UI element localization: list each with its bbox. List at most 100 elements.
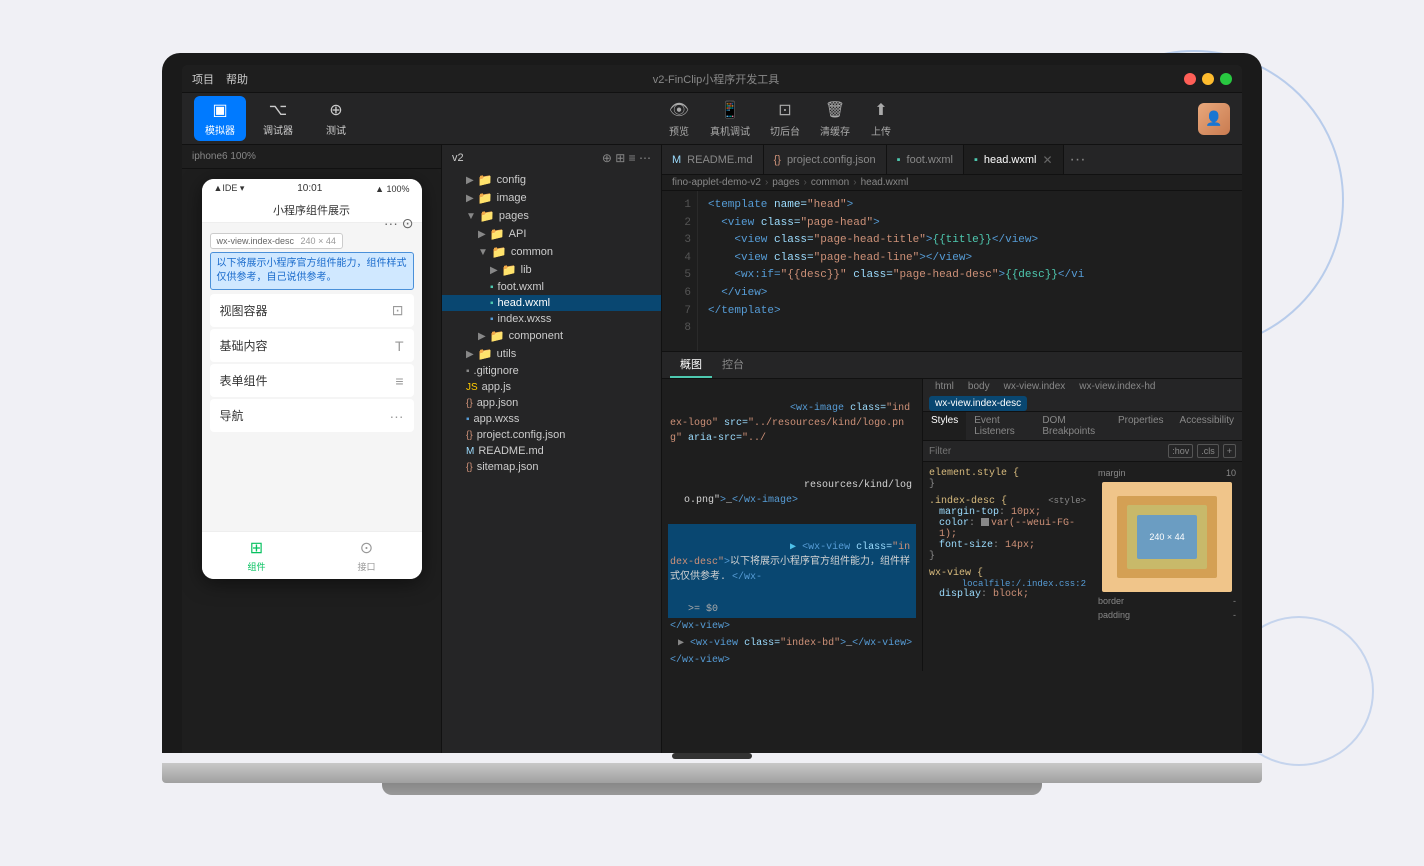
tree-lib[interactable]: ▶ 📁 lib (442, 261, 661, 279)
tree-config-label: config (497, 174, 526, 186)
device-debug-icon: 📱 (719, 99, 741, 121)
tree-config[interactable]: ▶ 📁 config (442, 171, 661, 189)
styles-panel: html body wx-view.index wx-view.index-hd… (922, 379, 1242, 671)
style-tab-styles[interactable]: Styles (923, 412, 966, 440)
phone-title: 小程序组件展示 (273, 202, 350, 218)
tab-more-button[interactable]: ··· (1064, 151, 1092, 169)
menu-project[interactable]: 项目 (192, 71, 214, 87)
file-tree-actions: ⊕ ⊞ ≡ ⋯ (602, 151, 651, 165)
tree-app-json[interactable]: {} app.json (442, 395, 661, 411)
tree-readme-label: README.md (478, 445, 543, 457)
laptop-foot (382, 783, 1042, 795)
editor-body: 1 2 3 4 5 6 7 8 <template name="head"> (662, 191, 1242, 753)
menu-item-1[interactable]: 基础内容 T (210, 329, 414, 362)
menu-label-0: 视图容器 (220, 302, 268, 319)
line-num-2: 2 (662, 215, 691, 233)
style-tab-props[interactable]: Properties (1110, 412, 1172, 440)
phone-nav-api[interactable]: ⊙ 接口 (357, 538, 375, 573)
maximize-button[interactable] (1220, 73, 1232, 85)
tree-image[interactable]: ▶ 📁 image (442, 189, 661, 207)
tree-gitignore[interactable]: ▪ .gitignore (442, 363, 661, 379)
tree-app-js[interactable]: JS app.js (442, 379, 661, 395)
preview-action[interactable]: 👁 预览 (668, 99, 690, 138)
menu-item-3[interactable]: 导航 ··· (210, 399, 414, 432)
cut-backend-icon: ⊡ (774, 99, 796, 121)
editor-tab-foot-wxml[interactable]: ▪ foot.wxml (887, 145, 964, 174)
menu-icon-3: ··· (390, 408, 404, 424)
tree-api-label: API (509, 228, 527, 240)
tab-debugger[interactable]: ⌥ 调试器 (252, 96, 304, 141)
user-avatar[interactable]: 👤 (1198, 103, 1230, 135)
tree-utils[interactable]: ▶ 📁 utils (442, 345, 661, 363)
tab-test[interactable]: ⊕ 测试 (310, 96, 362, 141)
tree-head-wxml[interactable]: ▪ head.wxml (442, 295, 661, 311)
tree-common[interactable]: ▼ 📁 common (442, 243, 661, 261)
tree-project-config[interactable]: {} project.config.json (442, 427, 661, 443)
tree-foot-wxml[interactable]: ▪ foot.wxml (442, 279, 661, 295)
menu-icon-1: T (395, 338, 404, 354)
tree-foot-wxml-label: foot.wxml (498, 281, 544, 293)
app-window: 项目 帮助 v2-FinClip小程序开发工具 ▣ 模拟器 (182, 65, 1242, 753)
menu-help[interactable]: 帮助 (226, 71, 248, 87)
tree-index-wxss[interactable]: ▪ index.wxss (442, 311, 661, 327)
close-button[interactable] (1184, 73, 1196, 85)
style-tab-accessibility[interactable]: Accessibility (1172, 412, 1242, 440)
laptop-notch (672, 753, 752, 759)
box-border: 240 × 44 (1117, 496, 1217, 578)
tree-api[interactable]: ▶ 📁 API (442, 225, 661, 243)
code-content[interactable]: <template name="head"> <view class="page… (698, 191, 1242, 351)
clear-cache-action[interactable]: 🗑 清缓存 (820, 99, 850, 138)
code-area[interactable]: 1 2 3 4 5 6 7 8 <template name="head"> (662, 191, 1242, 351)
bottom-tab-overview[interactable]: 概图 (670, 352, 712, 378)
menu-label-2: 表单组件 (220, 372, 268, 389)
code-line-4: <view class="page-head-line"></view> (708, 250, 1232, 268)
style-tab-event[interactable]: Event Listeners (966, 412, 1034, 440)
head-tab-close[interactable]: ✕ (1042, 153, 1052, 167)
element-tab-wx-index-desc[interactable]: wx-view.index-desc (929, 396, 1027, 411)
filter-bar: :hov .cls + (923, 441, 1242, 462)
box-content-size: 240 × 44 (1149, 532, 1184, 542)
element-size: 240 × 44 (301, 236, 336, 246)
selected-marker: >= $0 (688, 604, 718, 615)
device-debug-action[interactable]: 📱 真机调试 (710, 99, 750, 138)
zoom-level: 100% (230, 151, 256, 162)
tree-app-wxss[interactable]: ▪ app.wxss (442, 411, 661, 427)
bottom-tab-console[interactable]: 控台 (712, 352, 754, 378)
box-content: 240 × 44 (1137, 515, 1197, 559)
menu-item-2[interactable]: 表单组件 ≡ (210, 364, 414, 397)
css-rule-element: element.style { } (929, 468, 1086, 490)
element-tab-body[interactable]: body (962, 379, 996, 394)
element-tab-wx-index[interactable]: wx-view.index (998, 379, 1072, 394)
menu-icon-0: ⊡ (392, 302, 404, 319)
tab-simulator[interactable]: ▣ 模拟器 (194, 96, 246, 141)
phone-nav-more[interactable]: ··· ⊙ (384, 215, 414, 232)
filter-btn-add[interactable]: + (1223, 444, 1236, 458)
html-line-7: </wx-view> (668, 652, 916, 669)
element-tab-wx-index-hd[interactable]: wx-view.index-hd (1073, 379, 1161, 394)
main-content: iphone6 100% ▲IDE ▾ 10:01 ▲ 100% (182, 145, 1242, 753)
upload-action[interactable]: ⬆ 上传 (870, 99, 892, 138)
tree-component[interactable]: ▶ 📁 component (442, 327, 661, 345)
editor-tab-project-config[interactable]: {} project.config.json (764, 145, 887, 174)
filter-btn-hov[interactable]: :hov (1168, 444, 1193, 458)
element-tab-html[interactable]: html (929, 379, 960, 394)
editor-tab-head-wxml[interactable]: ▪ head.wxml ✕ (964, 145, 1064, 174)
style-tab-dom[interactable]: DOM Breakpoints (1034, 412, 1110, 440)
html-line-6: ▶ <wx-view class="index-bd">_</wx-view> (668, 635, 916, 652)
tree-pages[interactable]: ▼ 📁 pages (442, 207, 661, 225)
filter-btn-cls[interactable]: .cls (1197, 444, 1219, 458)
tree-image-label: image (497, 192, 527, 204)
tree-readme[interactable]: M README.md (442, 443, 661, 459)
tree-sitemap[interactable]: {} sitemap.json (442, 459, 661, 475)
editor-tab-readme[interactable]: M README.md (662, 145, 764, 174)
breadcrumb-sep-1: › (804, 177, 807, 188)
phone-nav-component[interactable]: ⊞ 组件 (247, 538, 265, 573)
cut-backend-action[interactable]: ⊡ 切后台 (770, 99, 800, 138)
menu-item-0[interactable]: 视图容器 ⊡ (210, 294, 414, 327)
html-view[interactable]: <wx-image class="index-logo" src="../res… (662, 379, 922, 671)
breadcrumb-item-0: fino-applet-demo-v2 (672, 177, 761, 188)
minimize-button[interactable] (1202, 73, 1214, 85)
code-line-2: <view class="page-head"> (708, 215, 1232, 233)
filter-input[interactable] (929, 446, 1164, 457)
device-debug-label: 真机调试 (710, 123, 750, 138)
